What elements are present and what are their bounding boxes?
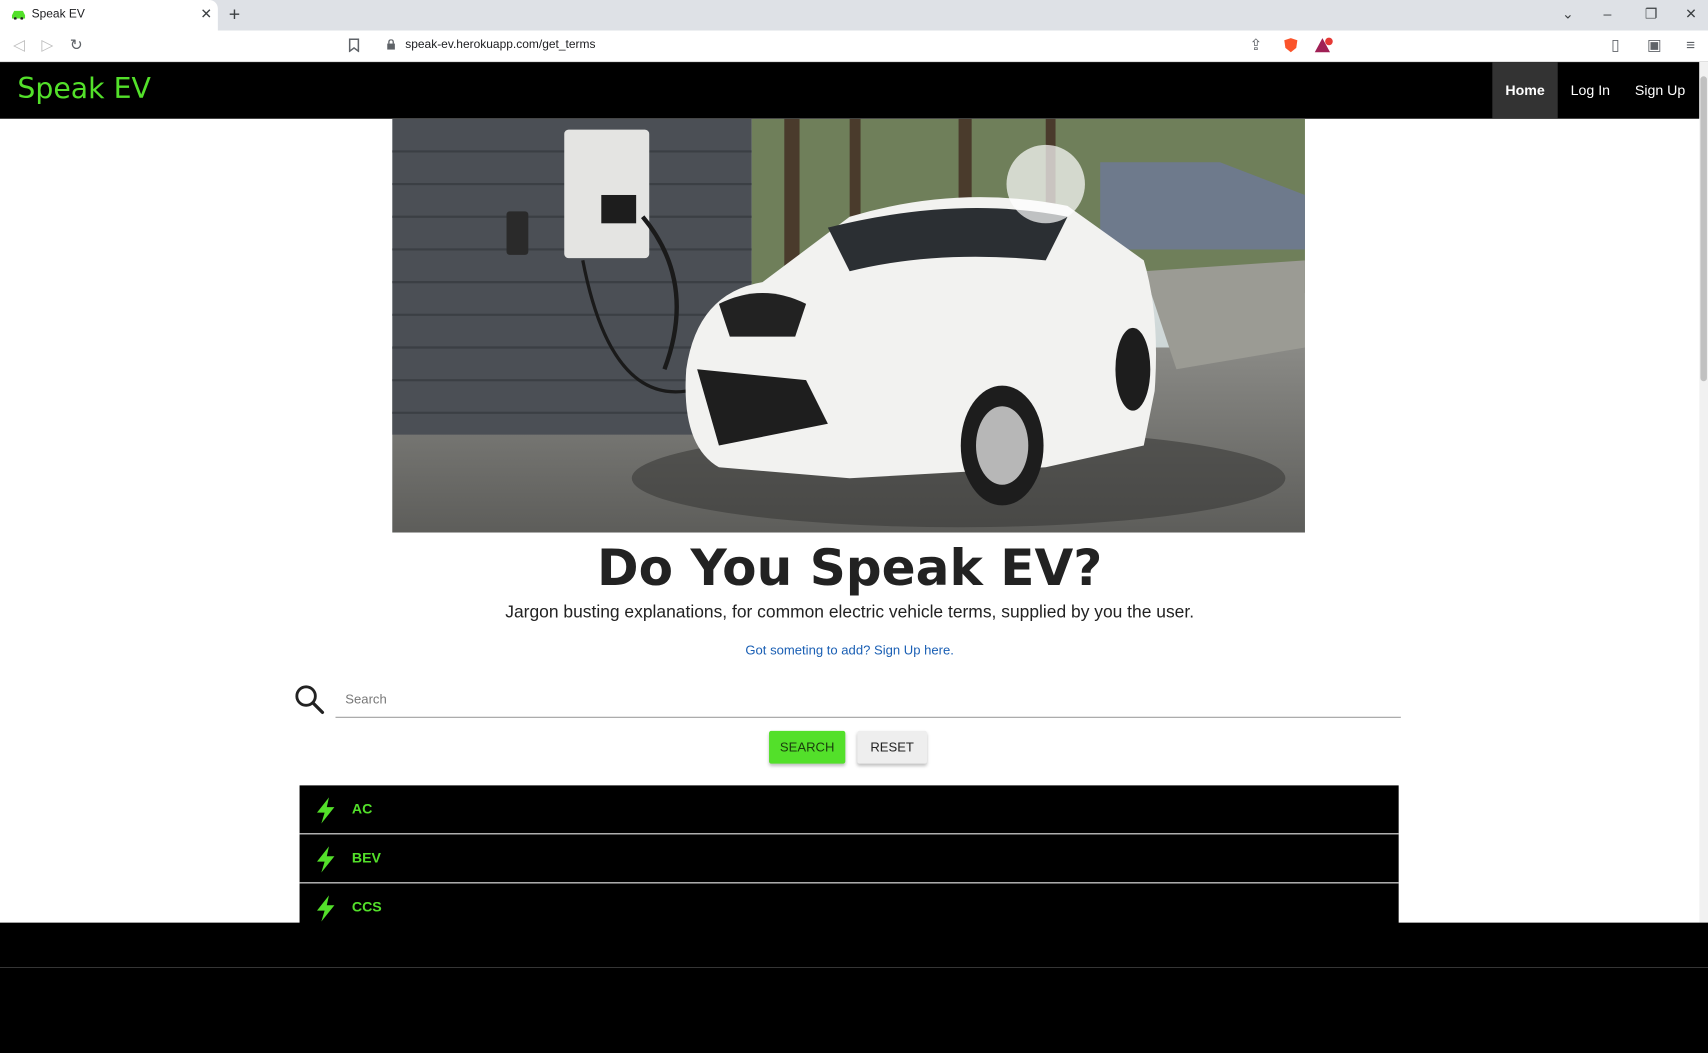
tab-search-icon[interactable]: ⌄: [1562, 5, 1574, 22]
browser-tab[interactable]: Speak EV ✕: [0, 0, 218, 31]
car-favicon-icon: [11, 10, 26, 20]
lock-icon: [387, 39, 395, 50]
browser-toolbar: ◁ ▷ ↻ speak-ev.herokuapp.com/get_terms ⇪…: [0, 30, 1708, 63]
brand-logo[interactable]: Speak EV: [17, 73, 150, 106]
lightning-bolt-icon: [316, 797, 335, 824]
page-subtitle: Jargon busting explanations, for common …: [505, 603, 1195, 622]
sidebar-icon[interactable]: ▯: [1611, 36, 1619, 55]
list-item[interactable]: AC: [299, 785, 1399, 835]
lightning-bolt-icon: [316, 846, 335, 873]
search-icon: [295, 685, 325, 715]
search-button[interactable]: SEARCH: [769, 730, 846, 764]
tab-title: Speak EV: [31, 7, 85, 21]
scrollbar-thumb[interactable]: [1700, 76, 1707, 382]
window-close-icon[interactable]: ✕: [1685, 5, 1697, 22]
brave-shield-icon[interactable]: [1283, 37, 1298, 53]
term-label: AC: [351, 800, 373, 817]
new-tab-icon[interactable]: +: [229, 3, 240, 26]
back-icon[interactable]: ◁: [13, 36, 25, 55]
reload-icon[interactable]: ↻: [70, 36, 83, 55]
minimize-icon[interactable]: –: [1603, 5, 1611, 21]
address-bar[interactable]: speak-ev.herokuapp.com/get_terms: [405, 38, 595, 51]
nav-log-in[interactable]: Log In: [1560, 62, 1621, 119]
signup-cta-link[interactable]: Got someting to add? Sign Up here.: [0, 643, 1699, 658]
page-title: Do You Speak EV?: [597, 538, 1103, 597]
reset-button[interactable]: RESET: [857, 730, 927, 764]
list-item[interactable]: BEV: [299, 834, 1399, 884]
search-input[interactable]: [335, 681, 1401, 718]
bottom-band: [0, 922, 1708, 968]
nav-sign-up[interactable]: Sign Up: [1625, 62, 1695, 119]
wallet-icon[interactable]: ▣: [1647, 36, 1661, 55]
lightning-bolt-icon: [316, 895, 335, 922]
ev-charging-photo: [392, 118, 1305, 533]
menu-icon[interactable]: ≡: [1686, 36, 1695, 53]
restore-icon[interactable]: ❐: [1645, 5, 1658, 22]
site-navbar: Speak EV Home Log In Sign Up: [0, 62, 1700, 119]
hero-image: [392, 118, 1305, 533]
bookmark-icon[interactable]: [348, 38, 360, 53]
tab-close-icon[interactable]: ✕: [200, 5, 212, 22]
brave-rewards-icon[interactable]: [1314, 37, 1334, 53]
terms-list: AC BEV CCS: [299, 785, 1399, 933]
forward-icon[interactable]: ▷: [41, 36, 53, 55]
term-label: CCS: [351, 898, 382, 916]
share-icon[interactable]: ⇪: [1249, 36, 1262, 55]
nav-home[interactable]: Home: [1492, 62, 1558, 119]
term-label: BEV: [351, 849, 381, 866]
browser-tab-strip: Speak EV ✕ + ⌄ – ❐ ✕: [0, 0, 1708, 31]
